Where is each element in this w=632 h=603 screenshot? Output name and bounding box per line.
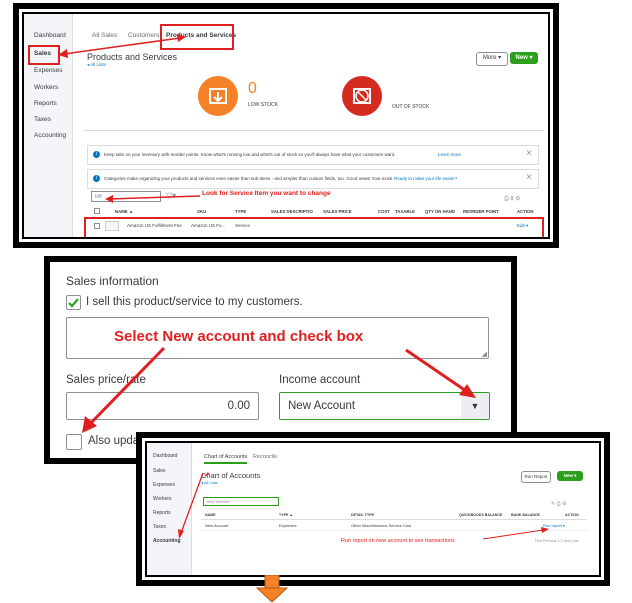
income-account-label: Income account xyxy=(279,374,361,386)
run-report-action[interactable]: Run report ▾ xyxy=(543,523,565,528)
sidebar-item-taxes[interactable]: Taxes xyxy=(153,524,166,530)
col-reorder-point[interactable]: REORDER POINT xyxy=(463,209,499,214)
new-button-label: New xyxy=(563,473,573,478)
out-of-stock-label: OUT OF STOCK xyxy=(392,104,430,110)
col-type[interactable]: TYPE ▲ xyxy=(279,513,293,517)
print-icon[interactable]: ✎ ⎙ ⚙ xyxy=(551,501,566,507)
sidebar-item-taxes[interactable]: Taxes xyxy=(34,116,51,123)
low-stock-widget[interactable] xyxy=(198,76,238,116)
sales-to-tab-arrow xyxy=(58,34,186,58)
select-all-checkbox[interactable] xyxy=(94,208,100,214)
tab-reconcile[interactable]: Reconcile xyxy=(253,454,277,460)
row-name: New Account xyxy=(205,523,229,528)
sidebar: Dashboard Sales Expenses Workers Reports… xyxy=(147,443,192,575)
close-icon[interactable]: × xyxy=(526,172,532,183)
out-of-stock-widget[interactable] xyxy=(342,76,382,116)
sidebar-item-dashboard[interactable]: Dashboard xyxy=(153,453,177,459)
low-stock-label: LOW STOCK xyxy=(248,102,278,108)
col-action: ACTION xyxy=(565,513,579,517)
income-account-value: New Account xyxy=(288,400,356,412)
chart-of-accounts-screen: Dashboard Sales Expenses Workers Reports… xyxy=(145,441,601,577)
categories-info-banner: i Categories make organizing your produc… xyxy=(87,169,539,189)
new-button-label: New xyxy=(515,55,528,61)
sidebar-item-reports[interactable]: Reports xyxy=(34,100,57,107)
ready-link[interactable]: Ready to make your life easier? xyxy=(394,176,457,181)
chevron-down-icon[interactable]: ▼ xyxy=(461,393,489,419)
checkmark-icon xyxy=(68,298,79,308)
col-detail-type[interactable]: DETAIL TYPE xyxy=(351,513,374,517)
col-sku[interactable]: SKU xyxy=(197,209,206,214)
search-input-value: new account xyxy=(207,499,230,504)
col-sales-price[interactable]: SALES PRICE xyxy=(323,209,352,214)
col-sales-description[interactable]: SALES DESCRIPTION xyxy=(271,209,313,214)
col-quickbooks-balance[interactable]: QUICKBOOKS BALANCE xyxy=(459,513,502,517)
no-stock-icon xyxy=(353,88,371,104)
new-button[interactable]: New ▾ xyxy=(510,52,538,64)
close-icon[interactable]: × xyxy=(526,148,532,159)
reorder-banner-text: Keep tabs on your inventory with reorder… xyxy=(104,152,396,157)
sell-checkbox-label: I sell this product/service to my custom… xyxy=(86,296,303,308)
col-taxable[interactable]: TAXABLE xyxy=(395,209,415,214)
col-action: ACTION xyxy=(517,209,534,214)
sidebar-item-accounting[interactable]: Accounting xyxy=(153,538,181,544)
all-lists-link[interactable]: ◂ All Lists xyxy=(201,480,218,485)
sales-price-input[interactable]: 0.00 xyxy=(66,392,259,420)
reorder-info-banner: i Keep tabs on your inventory with reord… xyxy=(87,145,539,165)
products-services-screen: Dashboard Sales Expenses Workers Reports… xyxy=(22,12,550,239)
annotation-arrow xyxy=(105,195,201,203)
row-type: Expenses xyxy=(279,523,297,528)
row-detail-type: Other Miscellaneous Service Cost xyxy=(351,523,412,528)
table-row[interactable]: New Account Expenses Other Miscellaneous… xyxy=(201,521,587,531)
col-name[interactable]: NAME ▲ xyxy=(115,209,133,214)
col-bank-balance[interactable]: BANK BALANCE xyxy=(511,513,540,517)
page-title: Chart of Accounts xyxy=(201,471,261,480)
row-highlight-box xyxy=(84,217,544,237)
info-icon: i xyxy=(93,151,100,158)
sidebar-item-expenses[interactable]: Expenses xyxy=(153,482,175,488)
table-header: NAME TYPE ▲ DETAIL TYPE QUICKBOOKS BALAN… xyxy=(201,511,587,520)
panel2-annotation: Select New account and check box xyxy=(114,328,364,345)
search-input[interactable]: new account xyxy=(203,497,279,506)
search-annotation: Look for Service Item you want to change xyxy=(202,190,331,197)
new-button[interactable]: New ▾ xyxy=(557,471,583,481)
info-icon: i xyxy=(93,175,100,182)
pager[interactable]: First Previous 1-1 Next Last xyxy=(535,539,578,543)
sidebar-item-accounting[interactable]: Accounting xyxy=(34,132,66,139)
sales-info-title: Sales information xyxy=(66,274,159,288)
col-qty-on-hand[interactable]: QTY ON HAND xyxy=(425,209,455,214)
more-button[interactable]: More ▾ xyxy=(476,52,508,66)
section-divider xyxy=(84,130,544,131)
sell-checkbox[interactable] xyxy=(66,295,81,310)
sidebar-item-expenses[interactable]: Expenses xyxy=(34,67,63,74)
learn-more-link[interactable]: Learn more xyxy=(438,152,461,157)
all-lists-link[interactable]: ◂ All Lists xyxy=(87,62,106,68)
print-icon[interactable]: ⎙ ⇩ ⚙ xyxy=(504,196,520,203)
sidebar-item-workers[interactable]: Workers xyxy=(153,496,172,502)
sales-price-label: Sales price/rate xyxy=(66,374,146,386)
run-report-button[interactable]: Run Report xyxy=(521,471,551,483)
search-input-value: biff xyxy=(95,194,102,200)
sidebar-item-sales[interactable]: Sales xyxy=(153,468,166,474)
sidebar-item-reports[interactable]: Reports xyxy=(153,510,171,516)
income-account-select[interactable]: New Account ▼ xyxy=(279,392,490,420)
col-name[interactable]: NAME xyxy=(205,513,216,517)
sidebar-item-workers[interactable]: Workers xyxy=(34,84,58,91)
panel3-annotation: Run report on new account to see transac… xyxy=(341,538,455,544)
box-down-icon xyxy=(209,88,227,104)
products-services-screenshot-panel: Dashboard Sales Expenses Workers Reports… xyxy=(13,3,559,248)
chart-of-accounts-screenshot-panel: Dashboard Sales Expenses Workers Reports… xyxy=(136,432,610,586)
col-type[interactable]: TYPE xyxy=(235,209,246,214)
categories-banner-text: Categories make organizing your products… xyxy=(104,176,392,181)
low-stock-count: 0 xyxy=(248,80,257,97)
col-cost[interactable]: COST xyxy=(378,209,390,214)
tab-chart-of-accounts[interactable]: Chart of Accounts xyxy=(204,454,248,464)
sales-price-value: 0.00 xyxy=(227,400,250,412)
resize-handle-icon[interactable]: ◢ xyxy=(482,350,487,358)
next-step-arrow-icon xyxy=(255,575,289,603)
also-update-checkbox[interactable] xyxy=(66,434,82,450)
